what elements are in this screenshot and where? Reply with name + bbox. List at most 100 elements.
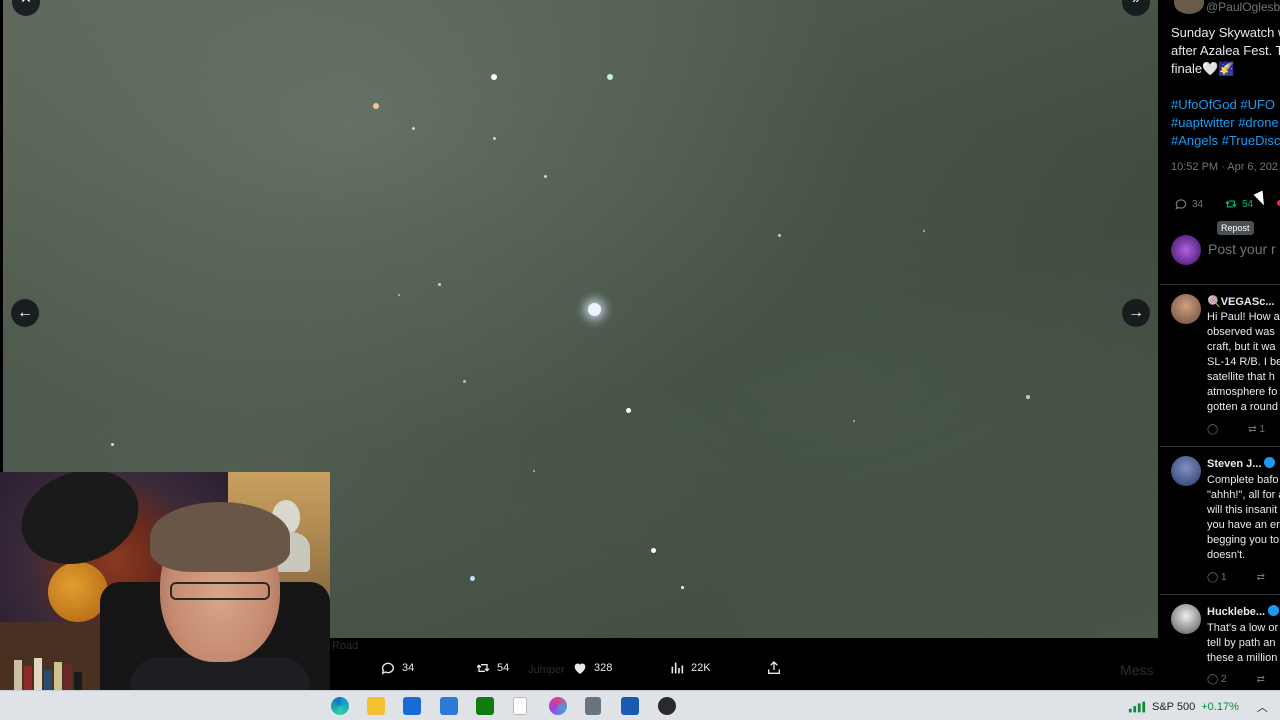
reply-stat[interactable]: ◯ 2 (1207, 674, 1227, 685)
expand-icon: » (1132, 0, 1140, 6)
post-text: Sunday Skywatch w after Azalea Fest. T f… (1171, 24, 1280, 78)
comment-text: Complete bafo "ahhh!", all for a will th… (1207, 474, 1280, 561)
heart-icon (574, 663, 586, 674)
comment-avatar[interactable] (1171, 604, 1201, 634)
hashtag-line[interactable]: #uaptwitter #drone (1171, 114, 1280, 132)
post-reply-stat[interactable]: 34 (1174, 197, 1203, 211)
reply-stat[interactable]: ◯ 1 (1207, 572, 1227, 583)
mail-icon[interactable] (440, 697, 458, 715)
star (493, 137, 496, 140)
post-text-line: after Azalea Fest. T (1171, 43, 1280, 58)
edge-browser-icon[interactable] (331, 697, 349, 715)
star (533, 470, 535, 472)
calculator-icon[interactable] (585, 697, 601, 715)
repost-tooltip: Repost (1217, 221, 1254, 235)
reply-count: 34 (402, 662, 415, 674)
document-icon[interactable] (513, 697, 527, 715)
word-icon[interactable] (621, 697, 639, 715)
reply-icon (381, 662, 394, 675)
app-icon[interactable] (549, 697, 567, 715)
next-image-button[interactable]: → (1122, 299, 1150, 327)
verified-badge-icon (1268, 605, 1280, 616)
repost-button[interactable]: 54 (475, 660, 509, 676)
arrow-left-icon: ← (17, 304, 33, 321)
star (438, 283, 441, 286)
windows-taskbar: S&P 500 +0.17% ︿ (0, 690, 1280, 720)
comment-author[interactable]: Hucklebe... (1207, 605, 1280, 618)
repost-count: 54 (497, 662, 510, 674)
star (544, 175, 547, 178)
like-button[interactable]: 328 (572, 660, 612, 676)
reply-icon (1175, 199, 1187, 210)
views-button[interactable]: 22K (669, 660, 711, 676)
star (470, 576, 475, 581)
hashtag-line[interactable]: #UfoOfGod #UFO (1171, 96, 1280, 114)
person-hair (150, 502, 290, 572)
star (463, 380, 466, 383)
repost-stat[interactable]: ⇄ 1 (1248, 424, 1265, 435)
star (373, 103, 379, 109)
screen: ✕ » ← → Road Jumper Mess 34 54 328 (0, 0, 1280, 720)
media-action-bar: Road Jumper Mess 34 54 328 22K (330, 638, 1160, 690)
comment-author[interactable]: Steven J... (1207, 457, 1276, 470)
bar-chart-icon (671, 662, 684, 674)
star (778, 234, 781, 237)
post-timestamp[interactable]: 10:52 PM · Apr 6, 202 (1171, 161, 1278, 173)
star (1026, 395, 1030, 399)
orange-disc (48, 562, 108, 622)
current-user-avatar (1171, 235, 1201, 265)
comment-stats: ◯ 2 ⇄ (1207, 674, 1265, 685)
reply-button[interactable]: 34 (380, 660, 414, 676)
author-handle[interactable]: @PaulOglesb (1206, 0, 1280, 14)
star (626, 408, 631, 413)
close-icon: ✕ (20, 0, 32, 6)
reply-input[interactable]: Post your r (1208, 241, 1276, 257)
comment-stats: ◯ ⇄ 1 (1207, 424, 1265, 435)
comment-avatar[interactable] (1171, 456, 1201, 486)
obs-icon[interactable] (658, 697, 676, 715)
comment-author[interactable]: 🍭VEGASc... (1207, 295, 1275, 308)
share-button[interactable] (766, 660, 782, 676)
repost-icon (1225, 200, 1237, 208)
chevron-up-icon[interactable]: ︿ (1257, 699, 1268, 715)
divider (1160, 446, 1280, 447)
comment-text: That's a low or tell by path an these a … (1207, 622, 1279, 664)
like-count: 328 (594, 662, 613, 674)
repost-icon (476, 664, 490, 672)
file-explorer-icon[interactable] (367, 697, 385, 715)
post-repost-stat[interactable]: 54 (1224, 197, 1253, 211)
comment-text: Hi Paul! How a observed was craft, but i… (1207, 311, 1280, 413)
star (651, 548, 656, 553)
store-icon[interactable] (403, 697, 421, 715)
star (398, 294, 400, 296)
post-text-line: finale🤍🌠 (1171, 61, 1235, 76)
verified-badge-icon (1264, 457, 1276, 468)
ghost-text: Mess (1120, 662, 1154, 678)
stock-widget[interactable]: S&P 500 +0.17% ︿ (1128, 699, 1268, 715)
star (412, 127, 415, 130)
person-glasses (170, 582, 270, 600)
trend-up-icon (1128, 701, 1146, 713)
previous-image-button[interactable]: ← (11, 299, 39, 327)
star (111, 443, 114, 446)
reply-icon[interactable]: ◯ (1207, 424, 1218, 435)
ghost-text: Road (332, 640, 359, 652)
star (607, 74, 613, 80)
divider (1160, 594, 1280, 595)
view-count: 22K (691, 662, 711, 674)
post-text-line: Sunday Skywatch w (1171, 25, 1280, 40)
webcam-overlay (0, 472, 330, 720)
repost-icon[interactable]: ⇄ (1257, 674, 1265, 685)
hashtag-line[interactable]: #Angels #TrueDisc (1171, 132, 1280, 150)
star (923, 230, 925, 232)
repost-icon[interactable]: ⇄ (1257, 572, 1265, 583)
post-hashtags[interactable]: #UfoOfGod #UFO #uaptwitter #drone #Angel… (1171, 96, 1280, 150)
comment-avatar[interactable] (1171, 294, 1201, 324)
share-icon (768, 661, 780, 674)
author-avatar[interactable] (1174, 0, 1204, 14)
xbox-icon[interactable] (476, 697, 494, 715)
divider (1160, 284, 1280, 285)
star (853, 420, 855, 422)
ticker-change: +0.17% (1201, 701, 1239, 713)
comment-stats: ◯ 1 ⇄ (1207, 572, 1265, 583)
